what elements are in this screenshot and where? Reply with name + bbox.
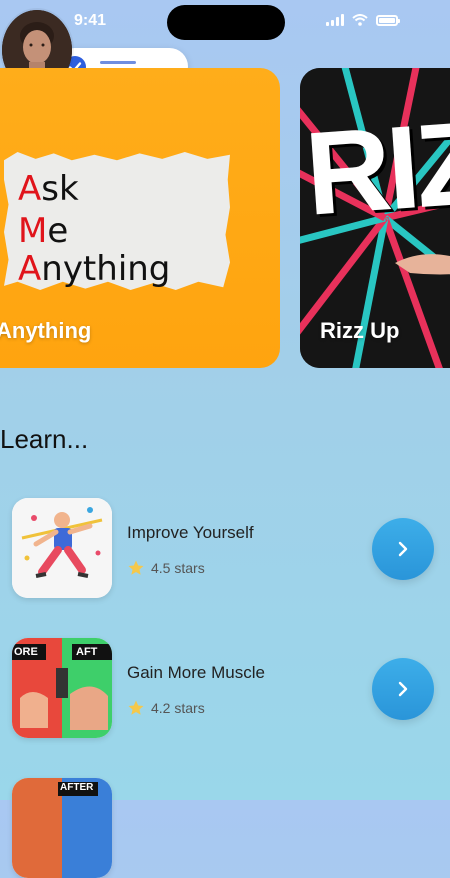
course-row-improve-yourself[interactable]: Improve Yourself 4.5 stars xyxy=(0,498,450,598)
card-ask-me-anything[interactable]: Ask Me Anything Anything xyxy=(0,68,280,368)
dynamic-island xyxy=(167,5,285,40)
open-course-button[interactable] xyxy=(372,658,434,720)
course-rating: 4.2 stars xyxy=(127,699,205,717)
status-time: 9:41 xyxy=(74,12,107,29)
course-row-partial[interactable]: AFTER xyxy=(0,778,450,878)
thumb-tag-after: AFT xyxy=(76,646,98,658)
art-line-me: Me xyxy=(18,211,69,251)
course-row-gain-more-muscle[interactable]: ORE AFT Gain More Muscle 4.2 stars xyxy=(0,638,450,738)
course-title: Gain More Muscle xyxy=(127,663,265,682)
battery-icon xyxy=(376,14,400,26)
course-thumbnail xyxy=(12,498,112,598)
open-course-button[interactable] xyxy=(372,518,434,580)
star-icon xyxy=(128,560,144,575)
card-label: Rizz Up xyxy=(320,318,400,343)
course-title: Improve Yourself xyxy=(127,523,254,542)
course-thumbnail: AFTER xyxy=(12,778,112,878)
rating-text: 4.5 stars xyxy=(151,560,205,576)
chevron-right-icon xyxy=(398,681,408,697)
thumb-tag-after: AFTER xyxy=(60,782,94,793)
chevron-right-icon xyxy=(398,541,408,557)
rizz-art-text: RIZ xyxy=(301,96,450,241)
art-line-anything: Anything xyxy=(18,249,171,289)
rating-text: 4.2 stars xyxy=(151,700,205,716)
art-line-ask: Ask xyxy=(18,169,79,209)
signal-icon xyxy=(326,14,344,26)
star-icon xyxy=(128,700,144,715)
course-thumbnail: ORE AFT xyxy=(12,638,112,738)
section-title: Learn... xyxy=(0,424,89,454)
card-rizz-up[interactable]: RIZ Rizz Up xyxy=(300,68,450,368)
wifi-icon xyxy=(352,14,368,26)
status-icons xyxy=(326,14,400,26)
thumb-tag-before: ORE xyxy=(14,646,38,658)
course-rating: 4.5 stars xyxy=(127,559,205,577)
card-label: Anything xyxy=(0,318,92,343)
